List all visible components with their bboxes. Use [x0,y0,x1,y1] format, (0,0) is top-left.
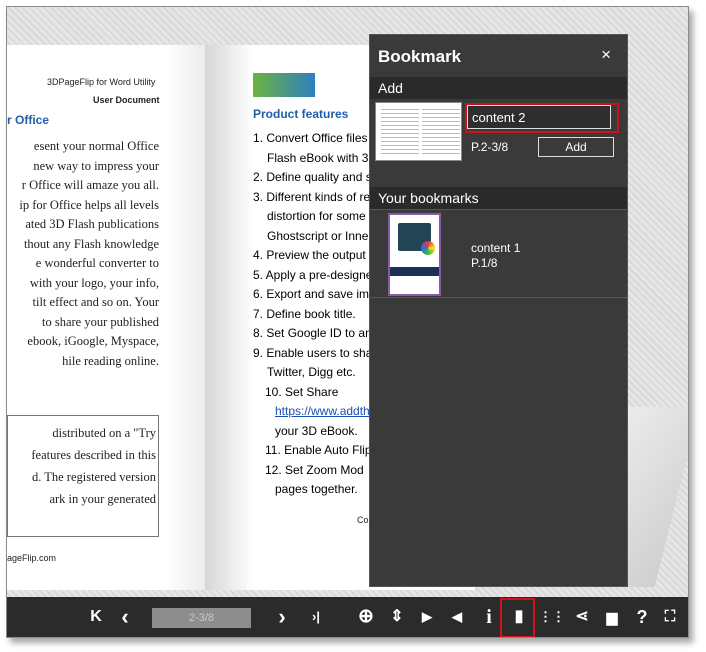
left-page-header: 3DPageFlip for Word Utility [47,77,156,87]
zoom-in-icon[interactable]: ⊕ [355,606,377,628]
thumbnails-icon[interactable]: ⋮⋮ [539,606,565,628]
info-icon[interactable]: i [478,606,500,628]
divider [370,297,627,298]
text-line: features described in this [31,448,156,462]
last-page-icon[interactable]: ›| [305,606,327,628]
highlight-frame [465,103,619,133]
text-line: ebook, iGoogle, Myspace, [27,334,159,348]
text-line: ip for Office helps all levels [19,197,159,212]
your-bookmarks-label: Your bookmarks [378,190,479,206]
current-pages-label: P.2-3/8 [471,140,509,154]
bookmark-thumbnail [388,213,441,296]
auto-flip-icon[interactable]: ⇕ [386,606,408,628]
bookmark-panel: Bookmark × Add P.2-3/8 Add Your bookmark… [369,34,628,587]
text-line: thout any Flash knowledge [23,236,159,251]
text-line: esent your normal Office [33,139,159,153]
bookmark-item-page: P.1/8 [471,256,498,270]
text-line: e wonderful converter to [35,256,159,270]
text-line: new way to impress your [33,158,159,173]
text-line: d. The registered version [31,470,156,484]
next-page-icon[interactable]: › [271,606,293,628]
text-line: ark in your generated [49,492,156,506]
current-pages-thumbnail [375,102,462,161]
product-logo-image [253,73,315,97]
text-line: r Office will amaze you all. [21,178,159,192]
page-indicator[interactable]: 2-3/8 [152,608,251,628]
text-line: tilt effect and so on. Your [32,295,160,309]
sound-icon[interactable]: ◀ [446,606,468,628]
first-page-icon[interactable]: K [85,606,107,628]
prev-page-icon[interactable]: ‹ [114,606,136,628]
text-line: with your logo, your info, [29,275,159,290]
left-page-body: esent your normal Office new way to impre… [7,137,159,371]
left-page-subheader: User Document [93,95,160,105]
left-page: 3DPageFlip for Word Utility User Documen… [7,45,205,590]
bookmark-item-name: content 1 [471,241,521,255]
download-icon[interactable]: ▆ [601,606,623,628]
left-page-notice-box: distributed on a "Try features described … [7,415,159,537]
flipbook-viewer: 3DPageFlip for Word Utility User Documen… [6,6,689,638]
right-page-heading: Product features [253,107,349,121]
text-line: hile reading online. [62,353,159,368]
bottom-toolbar: K ‹ 2-3/8 › ›| ⊕ ⇕ ▶ ◀ i ▮ ⋮⋮ ⋖ ▆ ? ⛶ [7,597,688,637]
left-page-footer: ageFlip.com [7,553,57,563]
close-icon[interactable]: × [601,45,611,65]
help-icon[interactable]: ? [631,606,653,628]
text-line: to share your published [42,314,159,329]
add-label: Add [378,80,403,96]
bookmark-title: Bookmark [378,47,462,66]
bookmark-item[interactable]: content 1 P.1/8 [370,211,627,297]
text-line: ated 3D Flash publications [25,217,159,231]
fullscreen-icon[interactable]: ⛶ [659,606,681,628]
play-icon[interactable]: ▶ [416,606,438,628]
left-page-heading: r Office [7,113,50,127]
add-section-bar [370,77,627,99]
highlight-frame [500,598,535,637]
divider [370,209,627,210]
text-line: distributed on a "Try [52,426,156,440]
add-bookmark-button[interactable]: Add [538,137,614,157]
share-icon[interactable]: ⋖ [571,606,593,628]
